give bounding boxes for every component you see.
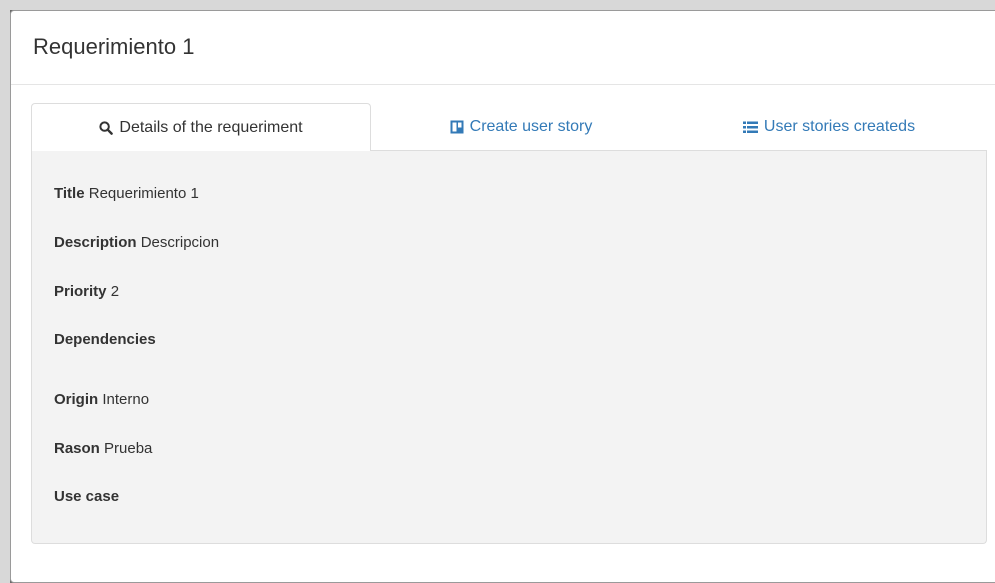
field-origin-label: Origin xyxy=(54,391,99,408)
field-rason-label: Rason xyxy=(54,440,100,457)
tab-details[interactable]: Details of the requeriment xyxy=(31,103,371,152)
tab-details-label: Details of the requeriment xyxy=(119,118,303,136)
field-origin-value: Interno xyxy=(102,391,150,408)
tab-bar: Details of the requeriment Create user s… xyxy=(31,103,987,152)
requirement-modal: Requerimiento 1 Details of the requerime… xyxy=(10,10,995,583)
modal-header: Requerimiento 1 xyxy=(11,11,995,85)
list-icon xyxy=(742,121,758,134)
field-description-label: Description xyxy=(54,234,137,251)
field-description-value: Descripcion xyxy=(140,234,220,251)
tab-create-user-story-label: Create user story xyxy=(469,118,593,135)
field-rason-value: Prueba xyxy=(104,440,153,457)
tab-user-stories[interactable]: User stories createds xyxy=(671,103,987,151)
field-priority: Priority 2 xyxy=(54,283,119,300)
field-title: Title Requerimiento 1 xyxy=(54,185,199,202)
field-dependencies-label: Dependencies xyxy=(54,331,156,348)
board-icon xyxy=(450,120,464,134)
field-rason: Rason Prueba xyxy=(54,440,152,457)
details-panel: Title Requerimiento 1 Description Descri… xyxy=(31,151,987,544)
modal-title: Requerimiento 1 xyxy=(33,34,195,59)
field-origin: Origin Interno xyxy=(54,391,149,408)
field-dependencies: Dependencies xyxy=(54,331,156,348)
field-priority-label: Priority xyxy=(54,283,107,300)
field-title-label: Title xyxy=(54,185,85,202)
backdrop-page xyxy=(0,0,995,10)
tab-create-user-story[interactable]: Create user story xyxy=(371,103,671,151)
search-icon xyxy=(99,120,114,135)
field-title-value: Requerimiento 1 xyxy=(88,185,199,202)
field-use-case-label: Use case xyxy=(54,488,120,505)
field-description: Description Descripcion xyxy=(54,234,219,251)
backdrop-page-left xyxy=(0,10,10,583)
field-use-case: Use case xyxy=(54,488,119,505)
tab-user-stories-label: User stories createds xyxy=(763,118,916,135)
field-priority-value: 2 xyxy=(110,283,120,300)
